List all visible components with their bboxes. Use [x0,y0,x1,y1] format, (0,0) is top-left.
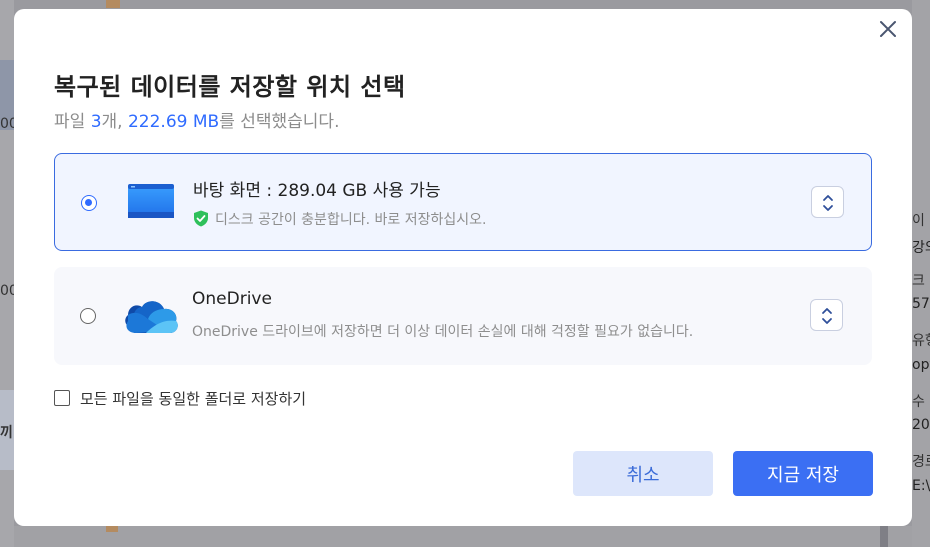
background-text: 크 [912,273,925,289]
location-radio-onedrive[interactable] [80,308,96,324]
save-location-dialog: 복구된 데이터를 저장할 위치 선택 파일 3개, 222.69 MB를 선택했… [14,9,912,526]
location-name-desktop: 바탕 화면 : 289.04 GB 사용 가능 [193,181,441,201]
same-folder-label: 모든 파일을 동일한 폴더로 저장하기 [80,389,307,408]
background-text: 강의 [912,240,930,256]
background-text: 이 [912,213,925,229]
background-text: 끼 [0,425,13,441]
location-desc-onedrive: OneDrive 드라이브에 저장하면 더 이상 데이터 손실에 대해 걱정할 … [192,324,694,340]
background-text: 202 [912,417,930,433]
desktop-drive-icon [128,184,174,218]
location-option-desktop[interactable]: 바탕 화면 : 289.04 GB 사용 가능 디스크 공간이 충분합니다. 바… [54,153,872,251]
save-now-button[interactable]: 지금 저장 [733,451,873,496]
subtitle-suffix: 를 선택했습니다. [219,112,340,132]
location-name-onedrive: OneDrive [192,289,272,309]
location-expand-button-desktop[interactable] [811,186,844,218]
background-scrollbar [880,526,888,547]
location-option-onedrive[interactable]: OneDrive OneDrive 드라이브에 저장하면 더 이상 데이터 손실… [54,267,872,365]
shield-check-icon [194,210,208,227]
background-left-panel: 00 00 끼 [0,0,18,547]
background-text: 57. [912,296,930,312]
subtitle-middle: 개, [101,112,128,132]
close-icon [880,21,896,37]
chevron-up-down-icon [823,195,833,211]
background-text: opt [912,357,930,373]
onedrive-cloud-icon [125,301,178,333]
background-text: 경로 [912,454,930,470]
cancel-button[interactable]: 취소 [573,451,713,496]
close-button[interactable] [876,17,900,41]
background-folder-mark [106,526,118,532]
background-folder-mark [106,0,120,8]
total-size: 222.69 MB [127,112,220,132]
file-count: 3 [90,112,102,132]
background-right-panel: 이 강의 크 57. 유형 opt 수 202 경로 E:\ [912,0,930,547]
background-text: 유형 [912,333,930,349]
location-desc-text: 디스크 공간이 충분합니다. 바로 저장하십시오. [215,212,487,228]
same-folder-option[interactable]: 모든 파일을 동일한 폴더로 저장하기 [54,389,307,408]
dialog-subtitle: 파일 3개, 222.69 MB를 선택했습니다. [54,107,339,132]
chevron-up-down-icon [822,308,832,324]
background-text: E:\ [912,478,930,494]
background-text: 수 [912,394,925,410]
same-folder-checkbox[interactable] [54,390,70,406]
subtitle-prefix: 파일 [54,112,91,132]
location-radio-desktop[interactable] [81,195,97,211]
location-desc-desktop: 디스크 공간이 충분합니다. 바로 저장하십시오. [193,209,486,229]
background-bottom-row [14,526,912,547]
location-expand-button-onedrive[interactable] [810,299,843,331]
dialog-title: 복구된 데이터를 저장할 위치 선택 [54,73,406,101]
